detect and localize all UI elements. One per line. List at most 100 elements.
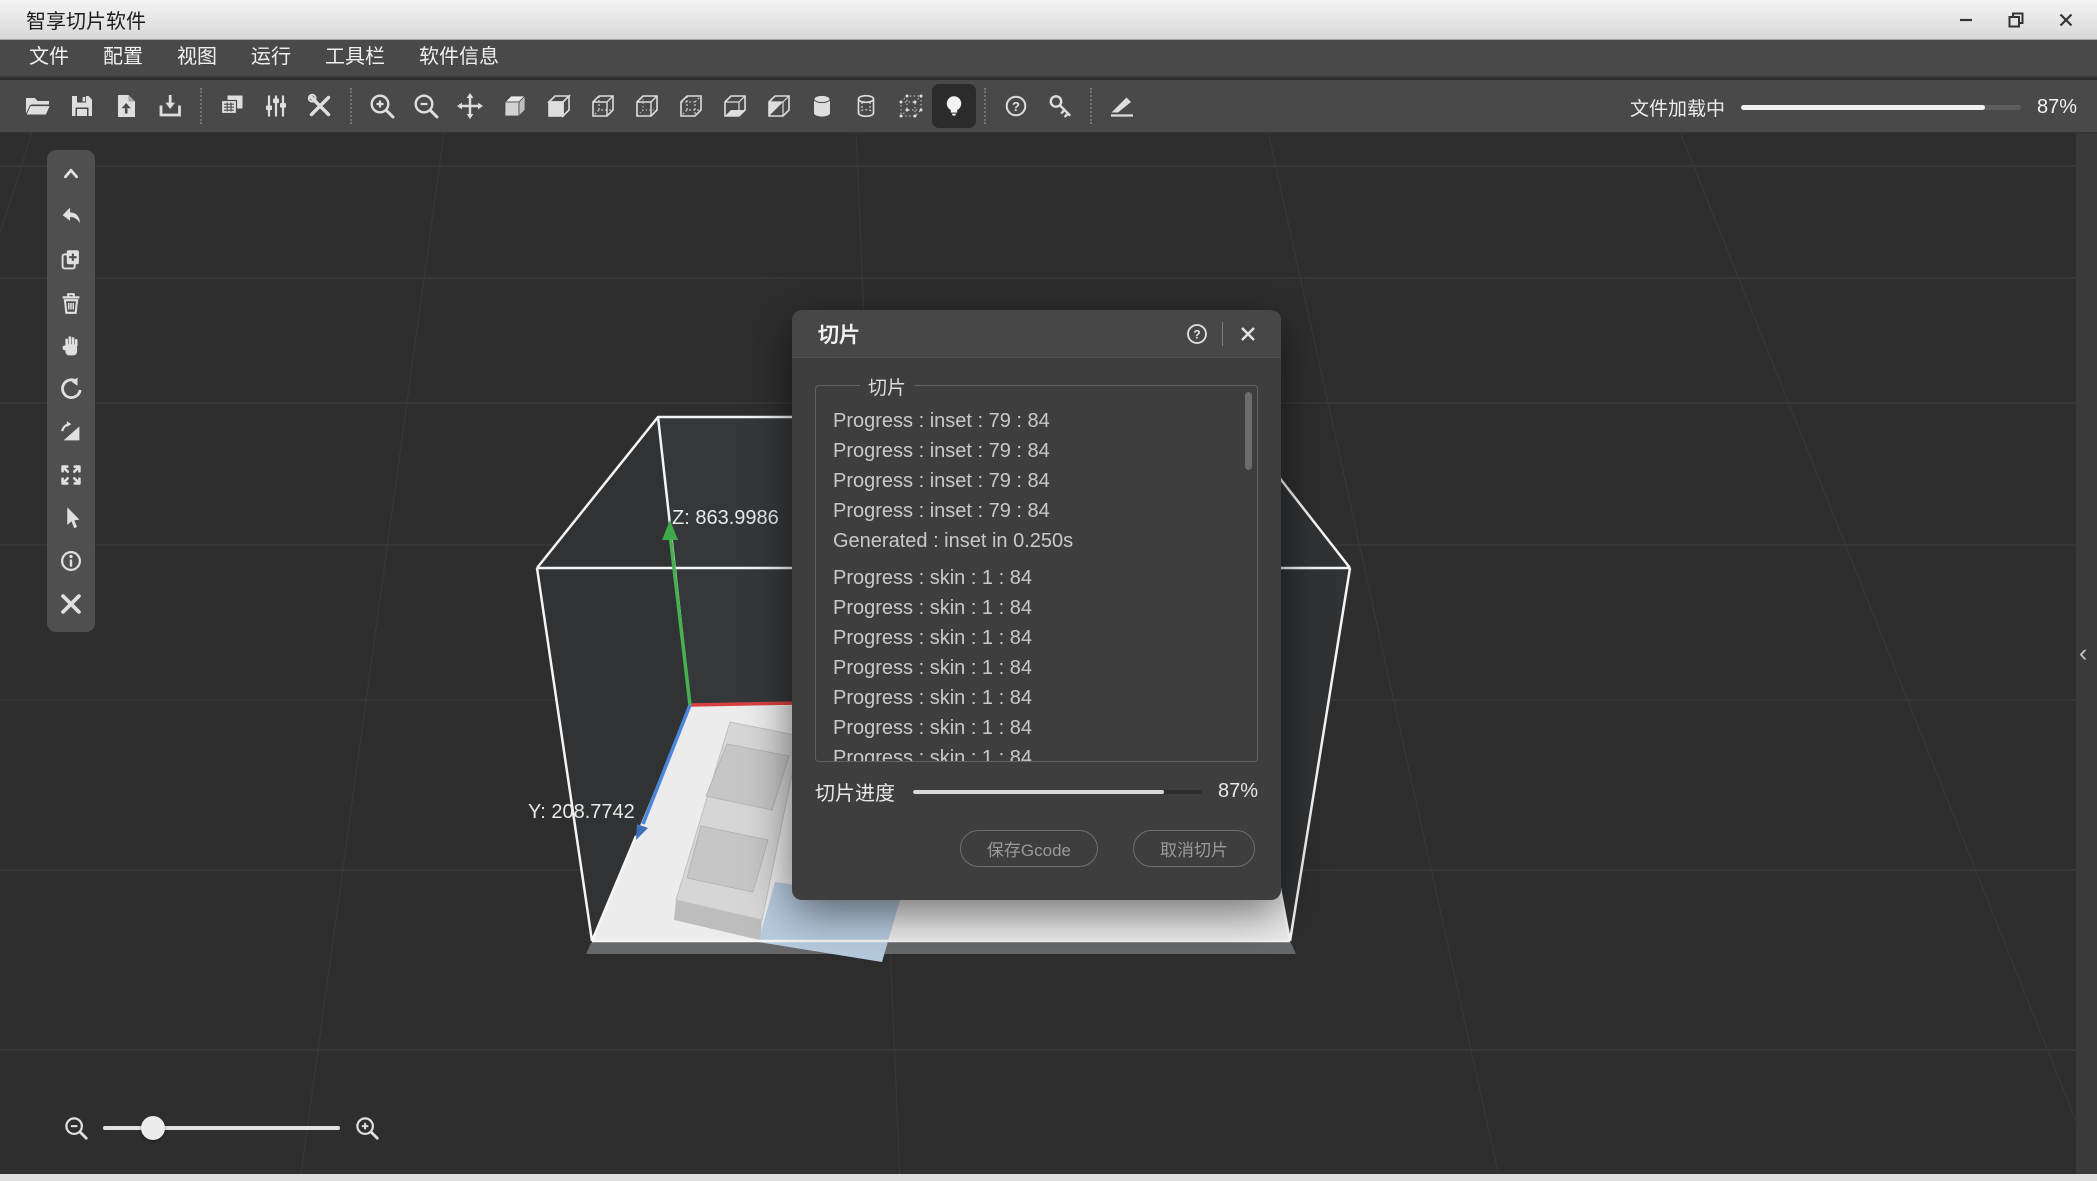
model-info-icon[interactable]	[50, 539, 92, 582]
slice-progress-row: 切片进度 87%	[815, 777, 1258, 806]
mirror-icon[interactable]	[50, 410, 92, 453]
toolbar-separator	[350, 88, 352, 124]
zoom-in-icon[interactable]	[360, 84, 404, 128]
dialog-header-divider	[1222, 322, 1223, 346]
view-cube-solid-icon[interactable]	[492, 84, 536, 128]
app-title: 智享切片软件	[0, 5, 146, 34]
adjust-settings-icon[interactable]	[254, 84, 298, 128]
view-cylinder-wireframe-icon[interactable]	[844, 84, 888, 128]
model-tool-sidebar	[47, 150, 95, 632]
rotate-icon[interactable]	[50, 367, 92, 410]
slice-log-line: Progress : skin : 1 : 84	[833, 747, 1239, 761]
z-axis-label: Z: 863.9986	[672, 507, 779, 529]
menu-item[interactable]: 工具栏	[308, 39, 402, 77]
right-panel-strip: ‹	[2076, 134, 2097, 1181]
collapse-icon[interactable]	[50, 152, 92, 195]
measure-icon[interactable]	[50, 582, 92, 625]
slice-log-line: Progress : skin : 1 : 84	[833, 627, 1239, 657]
view-points-icon[interactable]	[888, 84, 932, 128]
dialog-help-icon[interactable]: ?	[1182, 319, 1212, 349]
toolbar-separator	[984, 88, 986, 124]
minimize-icon	[1956, 10, 1976, 30]
view-cube-bottom-icon[interactable]	[712, 84, 756, 128]
view-cylinder-icon[interactable]	[800, 84, 844, 128]
file-loading-bar	[1741, 105, 2021, 110]
menu-item[interactable]: 运行	[234, 39, 308, 77]
slice-progress-fill	[913, 790, 1164, 794]
duplicate-icon[interactable]	[50, 238, 92, 281]
zoom-slider-track[interactable]	[103, 1126, 340, 1130]
tools-icon[interactable]	[298, 84, 342, 128]
slice-log-line: Progress : inset : 79 : 84	[833, 410, 1239, 440]
dialog-close-icon[interactable]	[1233, 319, 1263, 349]
file-loading-indicator: 文件加载中 87%	[1630, 80, 2077, 134]
close-button[interactable]	[2047, 3, 2085, 37]
bottom-edge-strip	[0, 1174, 2097, 1181]
zoom-slider-thumb[interactable]	[141, 1116, 165, 1140]
menu-item[interactable]: 配置	[86, 39, 160, 77]
copy-plate-icon[interactable]	[210, 84, 254, 128]
y-axis-label: Y: 208.7742	[528, 801, 635, 823]
slice-dialog-header: 切片 ?	[792, 310, 1281, 358]
view-cube-wireframe-2-icon[interactable]	[624, 84, 668, 128]
slice-progress-bar	[913, 790, 1202, 794]
help-icon[interactable]: ?	[994, 84, 1038, 128]
select-icon[interactable]	[50, 496, 92, 539]
save-gcode-button[interactable]: 保存Gcode	[960, 830, 1098, 867]
expand-panel-chevron[interactable]: ‹	[2079, 639, 2087, 668]
save-icon[interactable]	[60, 84, 104, 128]
slice-dialog: 切片 ? 切片 Progress : inset : 79 : 84Progre…	[792, 310, 1281, 900]
slice-knife-icon[interactable]	[1100, 84, 1144, 128]
pan-icon[interactable]	[50, 324, 92, 367]
menu-bar: 文件配置视图运行工具栏软件信息	[0, 40, 2097, 78]
toolbar-separator	[1090, 88, 1092, 124]
restore-button[interactable]	[1997, 3, 2035, 37]
menu-item[interactable]: 视图	[160, 39, 234, 77]
slice-log-line: Progress : inset : 79 : 84	[833, 470, 1239, 500]
slice-log-line: Progress : inset : 79 : 84	[833, 500, 1239, 530]
cancel-slice-button[interactable]: 取消切片	[1133, 830, 1255, 867]
slice-log-line: Progress : skin : 1 : 84	[833, 597, 1239, 627]
minimize-button[interactable]	[1947, 3, 1985, 37]
move-view-icon[interactable]	[448, 84, 492, 128]
app-window: 智享切片软件 文件配置视图运行工具栏软件信息	[0, 0, 2097, 1181]
export-model-icon[interactable]	[148, 84, 192, 128]
toolbar-separator	[200, 88, 202, 124]
window-controls	[1947, 0, 2085, 40]
slice-log-line: Progress : skin : 1 : 84	[833, 657, 1239, 687]
viewport-3d[interactable]: Z: 863.9986 Y: 208.7742	[0, 134, 2097, 1181]
view-cube-wireframe-1-icon[interactable]	[580, 84, 624, 128]
svg-text:?: ?	[1193, 327, 1200, 341]
view-cube-section-icon[interactable]	[756, 84, 800, 128]
zoom-in-magnifier-icon[interactable]	[353, 1114, 381, 1142]
open-file-icon[interactable]	[16, 84, 60, 128]
menu-item[interactable]: 软件信息	[402, 39, 516, 77]
undo-icon[interactable]	[50, 195, 92, 238]
view-cube-face-icon[interactable]	[536, 84, 580, 128]
file-loading-label: 文件加载中	[1630, 94, 1725, 121]
license-key-icon[interactable]	[1038, 84, 1082, 128]
import-model-icon[interactable]	[104, 84, 148, 128]
slice-log-line: Generated : inset in 0.250s	[833, 530, 1239, 560]
title-bar: 智享切片软件	[0, 0, 2097, 40]
log-scrollbar-thumb[interactable]	[1245, 392, 1252, 470]
slice-log-line: Progress : skin : 1 : 84	[833, 567, 1239, 597]
view-cube-wireframe-3-icon[interactable]	[668, 84, 712, 128]
main-toolbar: ? 文件加载中 87%	[0, 80, 2097, 134]
slice-progress-label: 切片进度	[815, 777, 895, 806]
svg-text:?: ?	[1012, 99, 1020, 114]
menu-item[interactable]: 文件	[12, 39, 86, 77]
scale-icon[interactable]	[50, 453, 92, 496]
zoom-out-icon[interactable]	[404, 84, 448, 128]
zoom-out-magnifier-icon[interactable]	[62, 1114, 90, 1142]
close-icon	[2056, 10, 2076, 30]
slice-log-line: Progress : inset : 79 : 84	[833, 440, 1239, 470]
restore-icon	[2006, 10, 2026, 30]
delete-icon[interactable]	[50, 281, 92, 324]
light-toggle-icon[interactable]	[932, 84, 976, 128]
slice-progress-percent: 87%	[1218, 780, 1258, 803]
slice-dialog-title: 切片	[818, 319, 1182, 349]
x-axis	[690, 703, 798, 705]
file-loading-percent: 87%	[2037, 96, 2077, 119]
dialog-buttons: 保存Gcode 取消切片	[792, 830, 1255, 867]
